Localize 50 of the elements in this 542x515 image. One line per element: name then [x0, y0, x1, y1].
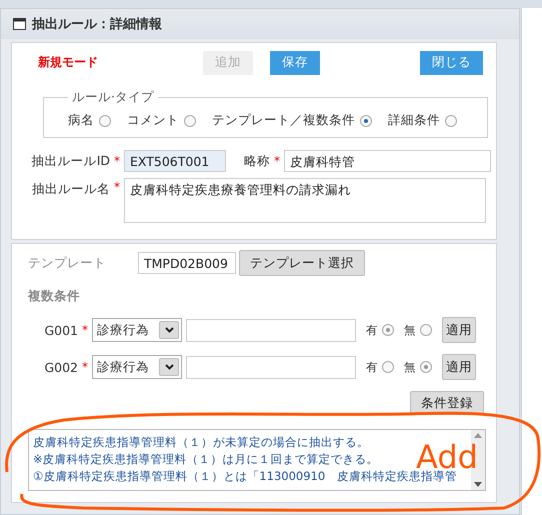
radio-button[interactable] [99, 114, 111, 126]
radio-button[interactable] [184, 114, 196, 126]
apply-button[interactable]: 適用 [442, 317, 476, 343]
radio-button[interactable] [360, 114, 372, 126]
description-line: 皮膚科特定疾患指導管理料（１）が未算定の場合に抽出する。 [33, 434, 369, 451]
radio-label: 詳細条件 [388, 112, 440, 129]
radio-label: 有 [366, 322, 378, 338]
required-mark: * [113, 179, 121, 194]
radio-label: テンプレート／複数条件 [212, 112, 355, 129]
condition-field[interactable] [186, 318, 356, 342]
chevron-down-icon [164, 327, 174, 333]
required-mark: * [273, 154, 281, 168]
chevron-down-icon [164, 364, 174, 370]
field-label: 抽出ルール名 [31, 180, 110, 198]
short-name-field[interactable]: 皮膚科特管 [284, 150, 491, 172]
scroll-up-icon [474, 433, 482, 438]
radio-button[interactable] [445, 114, 457, 126]
condition-label: G001 [43, 322, 78, 338]
required-mark: * [113, 154, 121, 168]
template-select-button[interactable]: テンプレート選択 [239, 250, 365, 276]
template-field[interactable]: TMPD02B009 [138, 252, 236, 274]
window-icon [13, 18, 26, 30]
radio-button[interactable] [420, 324, 432, 336]
radio-button[interactable] [382, 361, 394, 373]
apply-button[interactable]: 適用 [442, 354, 476, 380]
type-select[interactable]: 診療行為 [92, 318, 182, 342]
radio-label: 無 [404, 360, 416, 374]
scroll-down-icon [474, 482, 482, 487]
field-label: 抽出ルールID [30, 152, 110, 170]
radio-label: 病名 [68, 112, 94, 129]
condition-field[interactable] [186, 356, 356, 378]
type-select[interactable]: 診療行為 [92, 355, 182, 379]
radio-label: 有 [366, 360, 378, 374]
mode-label: 新規モード [38, 54, 99, 71]
radio-label: 無 [404, 322, 416, 338]
window-title: 抽出ルール：詳細情報 [32, 16, 162, 33]
required-mark: * [81, 323, 89, 337]
description-line: ※皮膚科特定疾患指導管理料（１）は月に１回まで算定できる。 [33, 451, 379, 468]
fieldset-legend: ルール·タイプ [68, 89, 158, 106]
id-field[interactable]: EXT506T001 [124, 150, 226, 172]
description-line: ①皮膚科特定疾患指導管理料（１）とは「113000910 皮膚科特定疾患指導管 [33, 468, 458, 485]
required-mark: * [81, 360, 89, 374]
condition-label: G002 [43, 360, 78, 374]
template-label: テンプレート [28, 254, 107, 272]
rule-name-field[interactable]: 皮膚科特定疾患療養管理料の請求漏れ [124, 178, 486, 223]
section-heading: 複数条件 [28, 288, 81, 305]
radio-button[interactable] [382, 324, 394, 336]
radio-button[interactable] [420, 361, 432, 373]
radio-label: コメント [127, 112, 179, 129]
field-label: 略称 [243, 152, 270, 170]
